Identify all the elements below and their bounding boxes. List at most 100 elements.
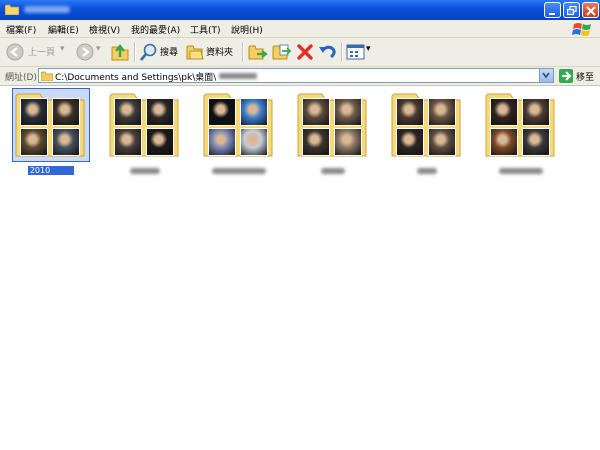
thumbnail-image: [240, 128, 268, 156]
menu-edit[interactable]: 編輯(E): [48, 23, 79, 36]
back-button[interactable]: 上一頁 ▾: [4, 42, 66, 62]
toolbar-separator: [134, 42, 136, 62]
thumbnail-image: [490, 98, 518, 126]
thumbnail-image: [428, 128, 456, 156]
menu-favorites[interactable]: 我的最愛(A): [131, 23, 180, 36]
folders-label: 資料夾: [206, 48, 234, 58]
thumbnail-image: [114, 128, 142, 156]
up-folder-icon: [111, 44, 129, 61]
search-label: 搜尋: [160, 48, 179, 58]
menu-tools[interactable]: 工具(T): [190, 23, 221, 36]
search-button[interactable]: 搜尋: [140, 42, 180, 62]
thumbnail-image: [302, 128, 330, 156]
folder-item[interactable]: [484, 90, 558, 180]
folders-button[interactable]: 資料夾: [186, 42, 238, 62]
file-list-view: 2010: [0, 86, 600, 450]
back-label: 上一頁: [28, 48, 56, 58]
thumbnail-image: [146, 128, 174, 156]
delete-icon: [297, 44, 313, 60]
undo-icon: [319, 45, 336, 59]
thumbnail-image: [20, 98, 48, 126]
folder-icon: [41, 71, 53, 81]
thumbnail-image: [334, 128, 362, 156]
thumbnail-image: [522, 128, 550, 156]
folder-label: [196, 166, 282, 177]
forward-dropdown-icon[interactable]: ▾: [96, 44, 101, 54]
toolbar-separator: [242, 42, 244, 62]
thumbnail-image: [208, 128, 236, 156]
go-button[interactable]: [559, 69, 573, 83]
thumbnail-image: [396, 128, 424, 156]
thumbnail-image: [522, 98, 550, 126]
address-path-redacted: [219, 73, 257, 79]
folder-name-redacted: [417, 167, 437, 174]
move-to-folder-icon: [248, 45, 268, 60]
copy-to-button[interactable]: [272, 42, 292, 62]
forward-arrow-icon: [76, 43, 94, 61]
thumbnail-image: [396, 98, 424, 126]
search-icon: [140, 43, 157, 61]
menu-view[interactable]: 檢視(V): [89, 23, 120, 36]
folder-label: [384, 166, 470, 177]
undo-button[interactable]: [318, 42, 338, 62]
toolbar-separator: [341, 42, 343, 62]
views-button[interactable]: ▾: [346, 42, 374, 62]
up-folder-button[interactable]: [110, 42, 132, 62]
maximize-button[interactable]: [563, 2, 580, 18]
window-title-redacted: [24, 6, 70, 13]
folder-item[interactable]: 2010: [12, 88, 90, 180]
thumbnail-image: [490, 128, 518, 156]
address-label: 網址(D): [5, 73, 37, 83]
thumbnail-image: [114, 98, 142, 126]
minimize-button[interactable]: [544, 2, 561, 18]
folder-name-redacted: [212, 167, 266, 174]
menu-bar: 檔案(F) 編輯(E) 檢視(V) 我的最愛(A) 工具(T) 說明(H): [0, 20, 600, 38]
thumbnail-image: [302, 98, 330, 126]
views-icon: [346, 44, 365, 60]
thumbnail-image: [20, 128, 48, 156]
address-bar: 網址(D) C:\Documents and Settings\pk\桌面\ 移…: [0, 67, 600, 86]
delete-button[interactable]: [296, 42, 314, 62]
folder-name-redacted: [499, 167, 543, 174]
folder-item[interactable]: [108, 90, 182, 180]
title-bar: [0, 0, 600, 21]
thumbnail-image: [428, 98, 456, 126]
folder-label: [478, 166, 564, 177]
folder-label: 2010: [8, 166, 94, 177]
folder-name: 2010: [27, 166, 75, 175]
folder-label: [290, 166, 376, 177]
go-label[interactable]: 移至: [576, 70, 594, 83]
close-button[interactable]: [582, 2, 599, 18]
folder-item[interactable]: [296, 90, 370, 180]
restore-icon: [567, 6, 577, 16]
thumbnail-image: [334, 98, 362, 126]
address-dropdown-button[interactable]: [539, 69, 553, 82]
minimize-icon: [549, 13, 555, 15]
thumbnail-image: [208, 98, 236, 126]
move-to-button[interactable]: [248, 42, 268, 62]
views-dropdown-icon[interactable]: ▾: [366, 44, 371, 54]
folders-icon: [186, 45, 204, 60]
folder-item[interactable]: [202, 90, 276, 180]
thumbnail-image: [52, 98, 80, 126]
address-input[interactable]: C:\Documents and Settings\pk\桌面\: [38, 68, 554, 83]
folder-item[interactable]: [390, 90, 464, 180]
folder-label: [102, 166, 188, 177]
copy-to-folder-icon: [272, 44, 292, 60]
thumbnail-image: [52, 128, 80, 156]
folder-name-redacted: [321, 167, 345, 174]
toolbar: 上一頁 ▾ ▾ 搜尋 資料夾 ▾: [0, 38, 600, 67]
folder-icon: [5, 4, 19, 15]
back-dropdown-icon[interactable]: ▾: [60, 44, 65, 54]
windows-logo-icon: [572, 23, 591, 36]
back-arrow-icon: [6, 43, 24, 61]
folder-name-redacted: [130, 167, 160, 174]
thumbnail-image: [240, 98, 268, 126]
go-arrow-icon: [562, 71, 572, 81]
menu-file[interactable]: 檔案(F): [6, 23, 36, 36]
close-icon: [586, 6, 596, 16]
thumbnail-image: [146, 98, 174, 126]
chevron-down-icon: [542, 72, 550, 79]
forward-button[interactable]: ▾: [74, 42, 104, 62]
menu-help[interactable]: 說明(H): [231, 23, 263, 36]
